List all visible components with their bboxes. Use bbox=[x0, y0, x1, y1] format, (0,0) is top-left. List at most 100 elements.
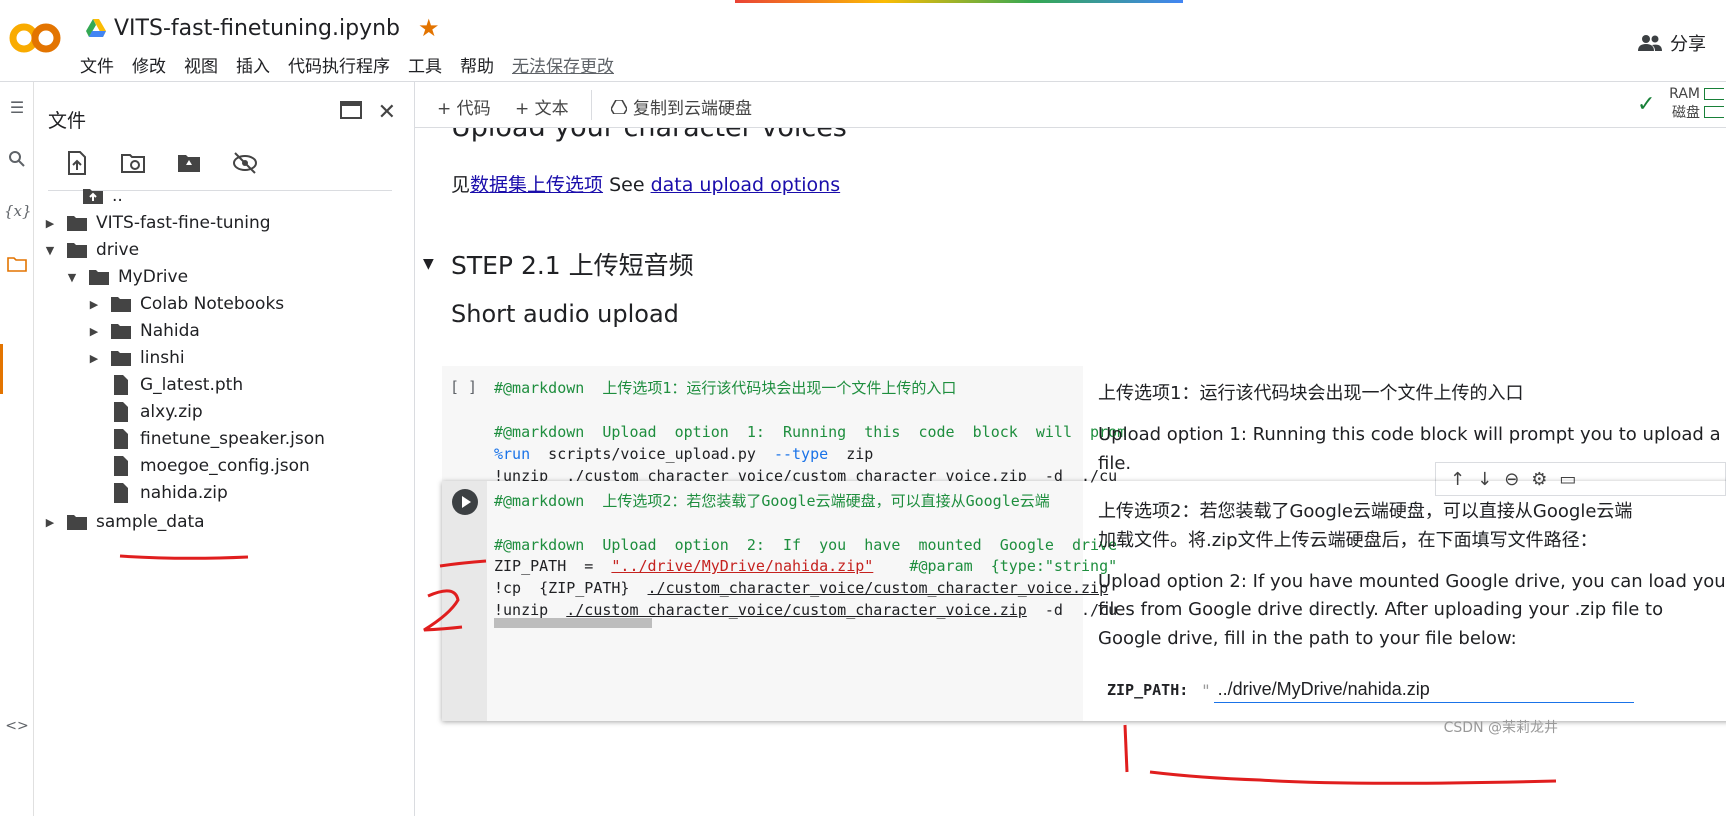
unsaved-changes-link[interactable]: 无法保存更改 bbox=[512, 52, 614, 77]
folder-icon[interactable] bbox=[4, 256, 30, 282]
toc-icon[interactable]: ☰ bbox=[4, 98, 30, 124]
drive-icon bbox=[611, 99, 627, 114]
chevron-right-icon[interactable]: ▶ bbox=[86, 325, 102, 338]
zip-path-input[interactable] bbox=[1213, 677, 1634, 703]
share-button[interactable]: 分享 bbox=[1638, 30, 1706, 56]
tree-item-g-latest[interactable]: G_latest.pth bbox=[110, 371, 243, 399]
copy-to-drive-button[interactable]: 复制到云端硬盘 bbox=[611, 94, 752, 119]
hide-files-icon[interactable] bbox=[232, 150, 258, 176]
file-icon bbox=[114, 483, 128, 503]
tree-label: Nahida bbox=[140, 321, 200, 341]
upload-file-icon[interactable] bbox=[64, 150, 90, 176]
run-cell-button[interactable] bbox=[452, 489, 478, 515]
chevron-right-icon[interactable]: ▶ bbox=[42, 217, 58, 230]
add-code-button[interactable]: + 代码 bbox=[437, 94, 491, 119]
variables-icon[interactable]: {x} bbox=[4, 202, 32, 228]
menu-file[interactable]: 文件 bbox=[80, 52, 114, 77]
tree-item-moegoe-config[interactable]: moegoe_config.json bbox=[110, 452, 310, 480]
link-dataset-options-cn[interactable]: 数据集上传选项 bbox=[470, 174, 603, 196]
tree-parent-dir[interactable]: .. bbox=[66, 182, 123, 210]
tree-item-alxy[interactable]: alxy.zip bbox=[110, 398, 203, 426]
refresh-folder-icon[interactable] bbox=[120, 150, 146, 176]
code-text: zip bbox=[828, 445, 874, 463]
file-icon bbox=[114, 375, 128, 395]
toolbar-divider bbox=[591, 90, 592, 120]
form-desc-en: Upload option 2: If you have mounted Goo… bbox=[1098, 571, 1726, 592]
share-label: 分享 bbox=[1670, 34, 1706, 55]
tree-item-nahida[interactable]: ▶ Nahida bbox=[86, 317, 200, 345]
notebook-title[interactable]: VITS-fast-finetuning.ipynb bbox=[114, 16, 400, 41]
cell-gutter bbox=[442, 481, 487, 721]
code-param-comment: #@param {type:"string" bbox=[873, 557, 1118, 575]
folder-icon bbox=[67, 243, 87, 258]
tree-label: VITS-fast-fine-tuning bbox=[96, 213, 271, 233]
tree-label: alxy.zip bbox=[140, 402, 203, 422]
menu-tools[interactable]: 工具 bbox=[408, 52, 442, 77]
menu-runtime[interactable]: 代码执行程序 bbox=[288, 52, 390, 77]
chevron-down-icon[interactable]: ▼ bbox=[64, 271, 80, 284]
top-bar: VITS-fast-finetuning.ipynb ★ 文件 修改 视图 插入… bbox=[0, 0, 1726, 82]
files-panel-title: 文件 bbox=[48, 110, 87, 132]
code-editor[interactable]: #@markdown 上传选项2：若您装载了Google云端硬盘，可以直接从Go… bbox=[487, 481, 1117, 721]
mount-drive-icon[interactable] bbox=[176, 150, 202, 176]
chevron-right-icon[interactable]: ▶ bbox=[86, 352, 102, 365]
form-title-cn-2: 加载文件。将.zip文件上传云端硬盘后，在下面填写文件路径： bbox=[1098, 530, 1598, 551]
tree-item-sample-data[interactable]: ▶ sample_data bbox=[42, 508, 205, 536]
code-text: !cp {ZIP_PATH} bbox=[494, 579, 648, 597]
add-text-button[interactable]: + 文本 bbox=[515, 94, 569, 119]
tree-label: linshi bbox=[140, 348, 185, 368]
upload-options-text: 见数据集上传选项 See data upload options bbox=[451, 170, 840, 197]
notebook-content: Upload your character voices 见数据集上传选项 Se… bbox=[415, 128, 1726, 816]
rail-active-indicator bbox=[0, 344, 3, 394]
star-icon[interactable]: ★ bbox=[418, 14, 440, 42]
step-heading: STEP 2.1 上传短音频 bbox=[451, 251, 694, 280]
chevron-down-icon[interactable]: ▼ bbox=[42, 244, 58, 257]
code-comment: #@markdown 上传选项2：若您装载了Google云端硬盘，可以直接从Go… bbox=[494, 492, 1050, 510]
link-prefix: 见 bbox=[451, 174, 471, 196]
link-mid: See bbox=[603, 174, 651, 196]
tree-label: drive bbox=[96, 240, 140, 260]
code-text: ZIP_PATH = bbox=[494, 557, 612, 575]
menu-edit[interactable]: 修改 bbox=[132, 52, 166, 77]
tree-item-nahida-zip[interactable]: nahida.zip bbox=[110, 479, 228, 507]
watermark: CSDN @茉莉龙井 bbox=[1443, 720, 1558, 736]
code-comment: #@markdown 上传选项1：运行该代码块会出现一个文件上传的入口 bbox=[494, 379, 957, 397]
tree-item-vits[interactable]: ▶ VITS-fast-fine-tuning bbox=[42, 209, 271, 237]
code-snippets-icon[interactable]: <> bbox=[4, 718, 30, 744]
link-data-upload-options[interactable]: data upload options bbox=[651, 174, 841, 196]
chevron-right-icon[interactable]: ▶ bbox=[42, 516, 58, 529]
folder-icon bbox=[111, 297, 131, 312]
zip-path-field: ZIP_PATH: " bbox=[1091, 677, 1634, 703]
tree-label: nahida.zip bbox=[140, 483, 228, 503]
copy-to-drive-label: 复制到云端硬盘 bbox=[633, 99, 752, 119]
chevron-right-icon[interactable]: ▶ bbox=[86, 298, 102, 311]
code-comment: #@markdown Upload option 2: If you have … bbox=[494, 536, 1118, 554]
horizontal-scrollbar[interactable] bbox=[494, 618, 652, 628]
file-icon bbox=[114, 456, 128, 476]
collapse-caret-icon[interactable]: ▼ bbox=[423, 256, 434, 272]
form-desc-en-3: Google drive, fill in the path to your f… bbox=[1098, 628, 1517, 649]
connected-check-icon: ✓ bbox=[1637, 92, 1656, 117]
menu-view[interactable]: 视图 bbox=[184, 52, 218, 77]
form-title-cn: 上传选项2：若您装载了Google云端硬盘，可以直接从Google云端 bbox=[1098, 501, 1633, 522]
run-cell-bracket[interactable]: [ ] bbox=[450, 378, 477, 396]
tree-item-linshi[interactable]: ▶ linshi bbox=[86, 344, 185, 372]
section-heading-upload: Upload your character voices bbox=[451, 128, 847, 143]
disk-label: 磁盘 bbox=[1672, 105, 1700, 121]
file-icon bbox=[114, 402, 128, 422]
colab-logo[interactable] bbox=[8, 18, 64, 58]
menu-help[interactable]: 帮助 bbox=[460, 52, 494, 77]
code-cell-option2[interactable]: #@markdown 上传选项2：若您装载了Google云端硬盘，可以直接从Go… bbox=[442, 481, 1726, 721]
code-text: scripts/voice_upload.py bbox=[530, 445, 774, 463]
code-comment: #@markdown Upload option 1: Running this… bbox=[494, 423, 1127, 441]
resource-meter[interactable]: RAM 磁盘 bbox=[1669, 84, 1726, 122]
tree-item-drive[interactable]: ▼ drive bbox=[42, 236, 139, 264]
tree-item-finetune-speaker[interactable]: finetune_speaker.json bbox=[110, 425, 325, 453]
close-icon[interactable]: ✕ bbox=[378, 100, 396, 125]
tree-item-mydrive[interactable]: ▼ MyDrive bbox=[64, 263, 188, 291]
tree-item-colab-notebooks[interactable]: ▶ Colab Notebooks bbox=[86, 290, 284, 318]
open-in-tab-icon[interactable] bbox=[339, 100, 362, 125]
folder-icon bbox=[67, 216, 87, 231]
search-icon[interactable] bbox=[4, 150, 30, 176]
menu-insert[interactable]: 插入 bbox=[236, 52, 270, 77]
